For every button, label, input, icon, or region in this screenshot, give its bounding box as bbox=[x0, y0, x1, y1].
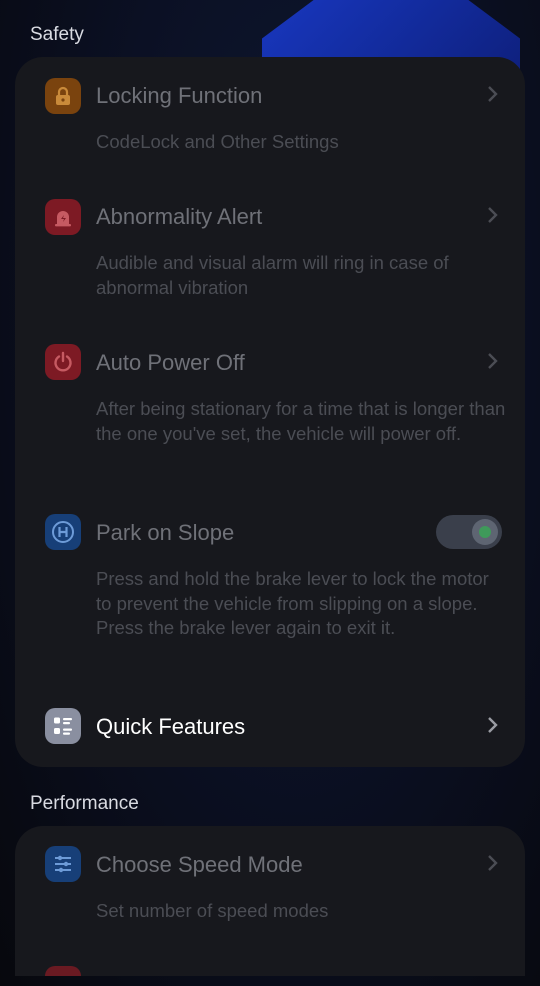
chevron-right-icon bbox=[488, 855, 498, 871]
power-icon bbox=[45, 344, 81, 380]
park-on-slope-title: Park on Slope bbox=[96, 520, 235, 545]
quick-features-title: Quick Features bbox=[96, 714, 246, 739]
partial-next-item-icon bbox=[45, 966, 81, 976]
chevron-right-icon bbox=[488, 353, 498, 369]
performance-card: Choose Speed Mode Set number of speed mo… bbox=[15, 826, 525, 976]
park-on-slope-item: Park on Slope Press and hold the brake l… bbox=[15, 492, 525, 682]
lock-icon bbox=[45, 78, 81, 114]
locking-function-title: Locking Function bbox=[96, 83, 263, 108]
quick-features-item[interactable]: Quick Features bbox=[15, 682, 525, 767]
park-on-slope-desc: Press and hold the brake lever to lock t… bbox=[96, 568, 489, 638]
choose-speed-mode-desc: Set number of speed modes bbox=[96, 900, 329, 921]
auto-power-off-item[interactable]: Auto Power Off After being stationary fo… bbox=[15, 322, 525, 492]
toggle-knob bbox=[472, 519, 498, 545]
auto-power-off-title: Auto Power Off bbox=[96, 350, 245, 375]
abnormality-alert-desc: Audible and visual alarm will ring in ca… bbox=[96, 252, 449, 298]
chevron-right-icon bbox=[488, 86, 498, 102]
safety-card: Locking Function CodeLock and Other Sett… bbox=[15, 57, 525, 767]
alarm-icon bbox=[45, 199, 81, 235]
section-title-performance: Performance bbox=[30, 793, 139, 814]
section-title-safety: Safety bbox=[30, 24, 84, 45]
sliders-icon bbox=[45, 846, 81, 882]
abnormality-alert-item[interactable]: Abnormality Alert Audible and visual ala… bbox=[15, 177, 525, 322]
abnormality-alert-title: Abnormality Alert bbox=[96, 204, 263, 229]
grid-list-icon bbox=[45, 708, 81, 744]
auto-power-off-desc: After being stationary for a time that i… bbox=[96, 398, 506, 444]
choose-speed-mode-item[interactable]: Choose Speed Mode Set number of speed mo… bbox=[15, 826, 525, 956]
choose-speed-mode-title: Choose Speed Mode bbox=[96, 852, 303, 877]
locking-function-item[interactable]: Locking Function CodeLock and Other Sett… bbox=[15, 57, 525, 177]
locking-function-desc: CodeLock and Other Settings bbox=[96, 131, 339, 152]
toggle-on-indicator bbox=[479, 526, 491, 538]
chevron-right-icon bbox=[488, 717, 498, 733]
chevron-right-icon bbox=[488, 207, 498, 223]
park-on-slope-toggle[interactable] bbox=[436, 515, 502, 549]
park-icon bbox=[45, 514, 81, 550]
